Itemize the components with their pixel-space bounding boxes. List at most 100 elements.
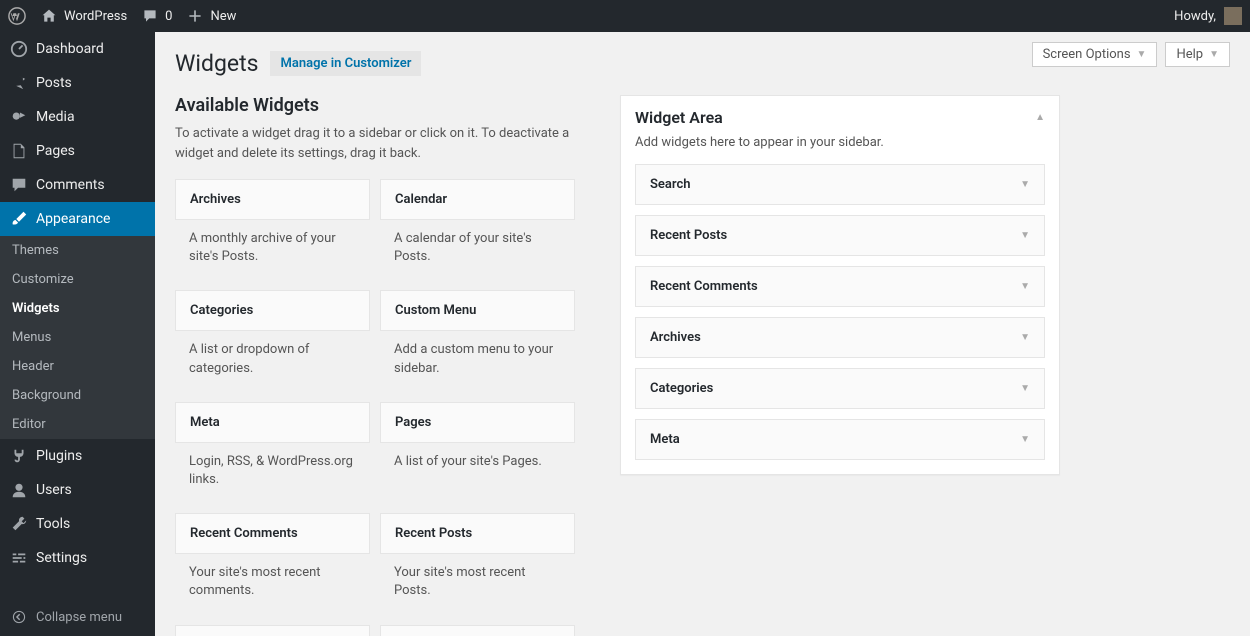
menu-label: Comments: [36, 177, 105, 193]
widget-area-desc: Add widgets here to appear in your sideb…: [635, 135, 1045, 150]
menu-label: Appearance: [36, 211, 110, 227]
admin-sidebar: Dashboard Posts Media Pages Comments App…: [0, 32, 155, 636]
caret-down-icon: ▼: [1020, 179, 1030, 190]
site-name: WordPress: [64, 9, 127, 24]
comments-link[interactable]: 0: [141, 7, 172, 25]
menu-label: Posts: [36, 75, 72, 91]
menu-media[interactable]: Media: [0, 100, 155, 134]
screen-meta-links: Screen Options ▼ Help ▼: [1032, 42, 1230, 67]
submenu-themes[interactable]: Themes: [0, 236, 155, 265]
screen-options-button[interactable]: Screen Options ▼: [1032, 42, 1158, 67]
area-widget-item[interactable]: Recent Comments ▼: [635, 266, 1045, 307]
menu-dashboard[interactable]: Dashboard: [0, 32, 155, 66]
widget-desc: Add a custom menu to your sidebar.: [380, 331, 575, 391]
available-widget[interactable]: RSS: [175, 625, 370, 636]
menu-comments[interactable]: Comments: [0, 168, 155, 202]
comment-icon: [10, 176, 28, 194]
collapse-icon: [10, 608, 28, 626]
menu-posts[interactable]: Posts: [0, 66, 155, 100]
caret-down-icon: ▼: [1020, 434, 1030, 445]
area-widget-item[interactable]: Search ▼: [635, 164, 1045, 205]
caret-down-icon: ▼: [1137, 49, 1147, 60]
menu-pages[interactable]: Pages: [0, 134, 155, 168]
pin-icon: [10, 74, 28, 92]
menu-label: Tools: [36, 516, 70, 532]
caret-down-icon: ▼: [1020, 230, 1030, 241]
submenu-customize[interactable]: Customize: [0, 265, 155, 294]
plus-icon: [186, 7, 204, 25]
area-widget-item[interactable]: Meta ▼: [635, 419, 1045, 460]
appearance-submenu: Themes Customize Widgets Menus Header Ba…: [0, 236, 155, 439]
main-content: Screen Options ▼ Help ▼ Widgets Manage i…: [155, 32, 1250, 636]
sliders-icon: [10, 549, 28, 567]
available-widget[interactable]: CategoriesA list or dropdown of categori…: [175, 290, 370, 391]
brush-icon: [10, 210, 28, 228]
widget-area-header[interactable]: Widget Area ▲: [635, 108, 1045, 127]
menu-label: Media: [36, 109, 75, 125]
widget-desc: A list or dropdown of categories.: [175, 331, 370, 391]
available-widget[interactable]: MetaLogin, RSS, & WordPress.org links.: [175, 402, 370, 503]
widget-area: Widget Area ▲ Add widgets here to appear…: [620, 95, 1060, 475]
available-widget[interactable]: Recent PostsYour site's most recent Post…: [380, 513, 575, 614]
menu-label: Plugins: [36, 448, 82, 464]
available-widget[interactable]: PagesA list of your site's Pages.: [380, 402, 575, 503]
menu-label: Settings: [36, 550, 87, 566]
btn-label: Screen Options: [1043, 47, 1131, 62]
widget-title: Recent Comments: [175, 513, 370, 554]
menu-plugins[interactable]: Plugins: [0, 439, 155, 473]
menu-settings[interactable]: Settings: [0, 541, 155, 575]
submenu-widgets[interactable]: Widgets: [0, 294, 155, 323]
wrench-icon: [10, 515, 28, 533]
caret-down-icon: ▼: [1020, 281, 1030, 292]
submenu-background[interactable]: Background: [0, 381, 155, 410]
menu-appearance[interactable]: Appearance: [0, 202, 155, 236]
caret-up-icon: ▲: [1035, 112, 1045, 123]
widget-areas-col: Widget Area ▲ Add widgets here to appear…: [620, 95, 1060, 636]
new-label: New: [210, 9, 236, 24]
available-widget[interactable]: Custom MenuAdd a custom menu to your sid…: [380, 290, 575, 391]
greeting: Howdy,: [1174, 9, 1216, 24]
home-icon: [40, 7, 58, 25]
submenu-editor[interactable]: Editor: [0, 410, 155, 439]
widget-title: Custom Menu: [380, 290, 575, 331]
collapse-menu[interactable]: Collapse menu: [0, 598, 155, 636]
available-widget[interactable]: ArchivesA monthly archive of your site's…: [175, 179, 370, 280]
new-link[interactable]: New: [186, 7, 236, 25]
available-widget[interactable]: CalendarA calendar of your site's Posts.: [380, 179, 575, 280]
available-widgets-col: Available Widgets To activate a widget d…: [175, 95, 575, 636]
available-widget[interactable]: Search: [380, 625, 575, 636]
manage-customizer-link[interactable]: Manage in Customizer: [270, 51, 421, 76]
wp-logo[interactable]: [8, 7, 26, 25]
dashboard-icon: [10, 40, 28, 58]
area-widget-title: Recent Comments: [650, 279, 758, 294]
area-widget-item[interactable]: Archives▼: [635, 317, 1045, 358]
available-heading: Available Widgets: [175, 95, 575, 116]
submenu-menus[interactable]: Menus: [0, 323, 155, 352]
submenu-header[interactable]: Header: [0, 352, 155, 381]
admin-bar-left: WordPress 0 New: [8, 7, 236, 25]
area-widget-title: Meta: [650, 432, 680, 447]
site-link[interactable]: WordPress: [40, 7, 127, 25]
menu-label: Users: [36, 482, 72, 498]
available-desc: To activate a widget drag it to a sideba…: [175, 124, 575, 163]
area-widget-item[interactable]: Categories▼: [635, 368, 1045, 409]
widget-title: Search: [380, 625, 575, 636]
comment-icon: [141, 7, 159, 25]
widget-area-title: Widget Area: [635, 108, 723, 127]
available-widget[interactable]: Recent CommentsYour site's most recent c…: [175, 513, 370, 614]
area-widget-item[interactable]: Recent Posts▼: [635, 215, 1045, 256]
page-title: Widgets: [175, 50, 258, 77]
btn-label: Help: [1176, 47, 1203, 62]
widget-desc: Your site's most recent Posts.: [380, 554, 575, 614]
widget-desc: Login, RSS, & WordPress.org links.: [175, 443, 370, 503]
user-menu[interactable]: Howdy,: [1174, 7, 1242, 25]
help-button[interactable]: Help ▼: [1165, 42, 1230, 67]
menu-tools[interactable]: Tools: [0, 507, 155, 541]
area-widget-title: Categories: [650, 381, 713, 396]
widget-title: Pages: [380, 402, 575, 443]
widget-title: Categories: [175, 290, 370, 331]
menu-users[interactable]: Users: [0, 473, 155, 507]
plug-icon: [10, 447, 28, 465]
available-widgets-grid: ArchivesA monthly archive of your site's…: [175, 179, 575, 636]
area-widget-title: Search: [650, 177, 691, 192]
